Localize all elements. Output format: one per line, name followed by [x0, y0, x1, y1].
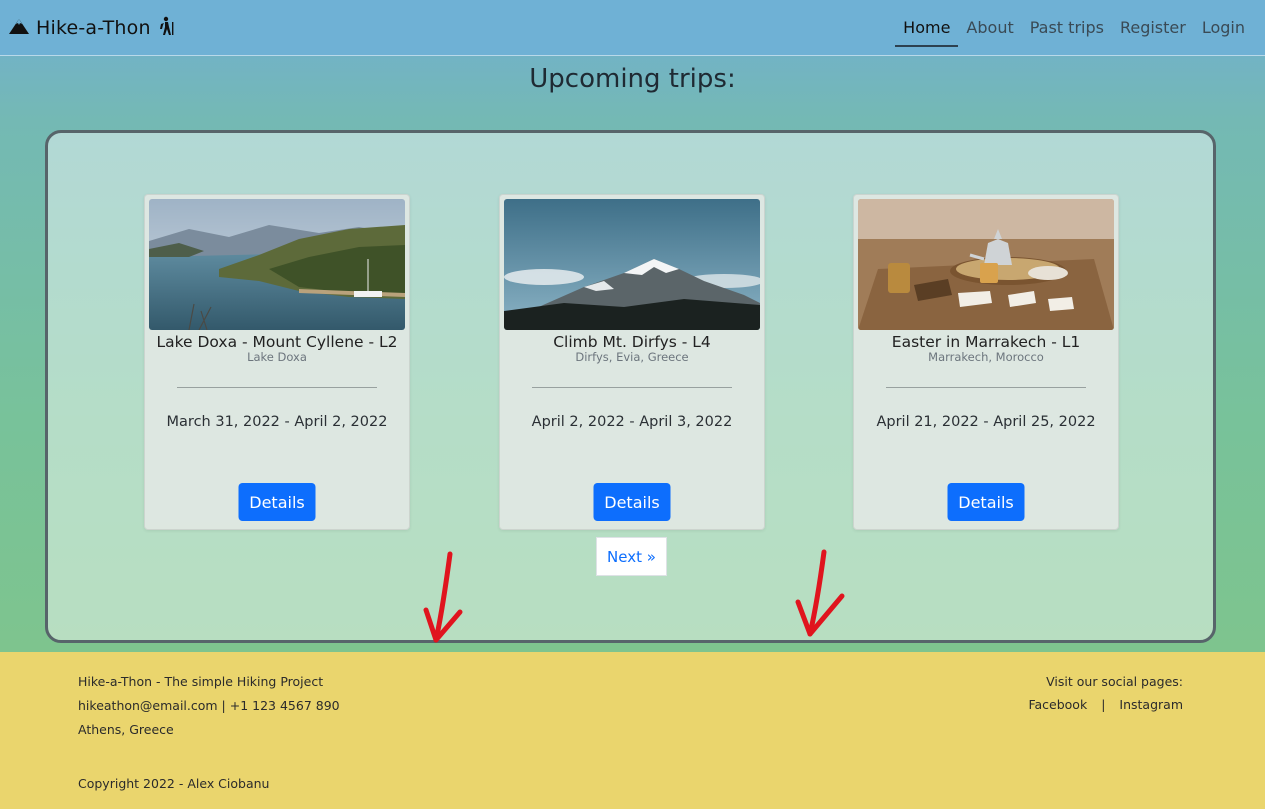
brand-name: Hike-a-Thon [36, 16, 151, 39]
brand-link[interactable]: Hike-a-Thon [8, 16, 175, 40]
instagram-link[interactable]: Instagram [1119, 697, 1183, 712]
details-button[interactable]: Details [593, 483, 671, 521]
trip-title: Easter in Marrakech - L1 [891, 333, 1081, 351]
footer-tagline: Hike-a-Thon - The simple Hiking Project [78, 674, 324, 689]
trip-card: Climb Mt. Dirfys - L4 Dirfys, Evia, Gree… [499, 194, 765, 530]
footer-contact: hikeathon@email.com | +1 123 4567 890 [78, 698, 340, 713]
trip-image-mountain [504, 199, 760, 330]
divider [886, 387, 1086, 388]
navbar: Hike-a-Thon Home About Past trips Regist… [0, 0, 1265, 56]
details-button[interactable]: Details [947, 483, 1025, 521]
footer-address: Athens, Greece [78, 722, 174, 737]
trip-title: Lake Doxa - Mount Cyllene - L2 [156, 333, 398, 351]
trip-location: Lake Doxa [247, 350, 307, 364]
facebook-link[interactable]: Facebook [1028, 697, 1087, 712]
next-page-button[interactable]: Next » [596, 537, 667, 576]
annotation-arrow-icon [423, 551, 463, 643]
page-title: Upcoming trips: [529, 64, 736, 94]
footer-social: Visit our social pages: Facebook | Insta… [1028, 674, 1183, 712]
trip-location: Marrakech, Morocco [928, 350, 1044, 364]
trip-image-lake [149, 199, 405, 330]
details-button[interactable]: Details [238, 483, 316, 521]
trip-dates: April 2, 2022 - April 3, 2022 [531, 414, 733, 430]
nav-login[interactable]: Login [1194, 0, 1253, 56]
nav-register[interactable]: Register [1112, 0, 1194, 56]
nav-about[interactable]: About [958, 0, 1021, 56]
trip-title: Climb Mt. Dirfys - L4 [553, 333, 711, 351]
divider [177, 387, 377, 388]
trips-panel: Lake Doxa - Mount Cyllene - L2 Lake Doxa… [45, 130, 1216, 643]
social-separator: | [1101, 697, 1106, 712]
hiker-icon [157, 16, 175, 40]
divider [532, 387, 732, 388]
trip-card: Lake Doxa - Mount Cyllene - L2 Lake Doxa… [144, 194, 410, 530]
annotation-arrow-icon [795, 549, 845, 637]
nav-past-trips[interactable]: Past trips [1022, 0, 1112, 56]
nav-home[interactable]: Home [895, 0, 959, 56]
trip-dates: April 21, 2022 - April 25, 2022 [876, 414, 1096, 430]
social-title: Visit our social pages: [1046, 674, 1183, 689]
footer-info: Hike-a-Thon - The simple Hiking Project … [78, 674, 340, 746]
trip-image-tea-table [858, 199, 1114, 330]
trip-card: Easter in Marrakech - L1 Marrakech, Moro… [853, 194, 1119, 530]
footer: Hike-a-Thon - The simple Hiking Project … [0, 652, 1265, 809]
nav-menu: Home About Past trips Register Login [895, 0, 1253, 56]
trip-dates: March 31, 2022 - April 2, 2022 [166, 414, 388, 430]
trip-location: Dirfys, Evia, Greece [575, 350, 689, 364]
footer-copyright: Copyright 2022 - Alex Ciobanu [78, 776, 270, 791]
mountain-icon [8, 17, 30, 39]
